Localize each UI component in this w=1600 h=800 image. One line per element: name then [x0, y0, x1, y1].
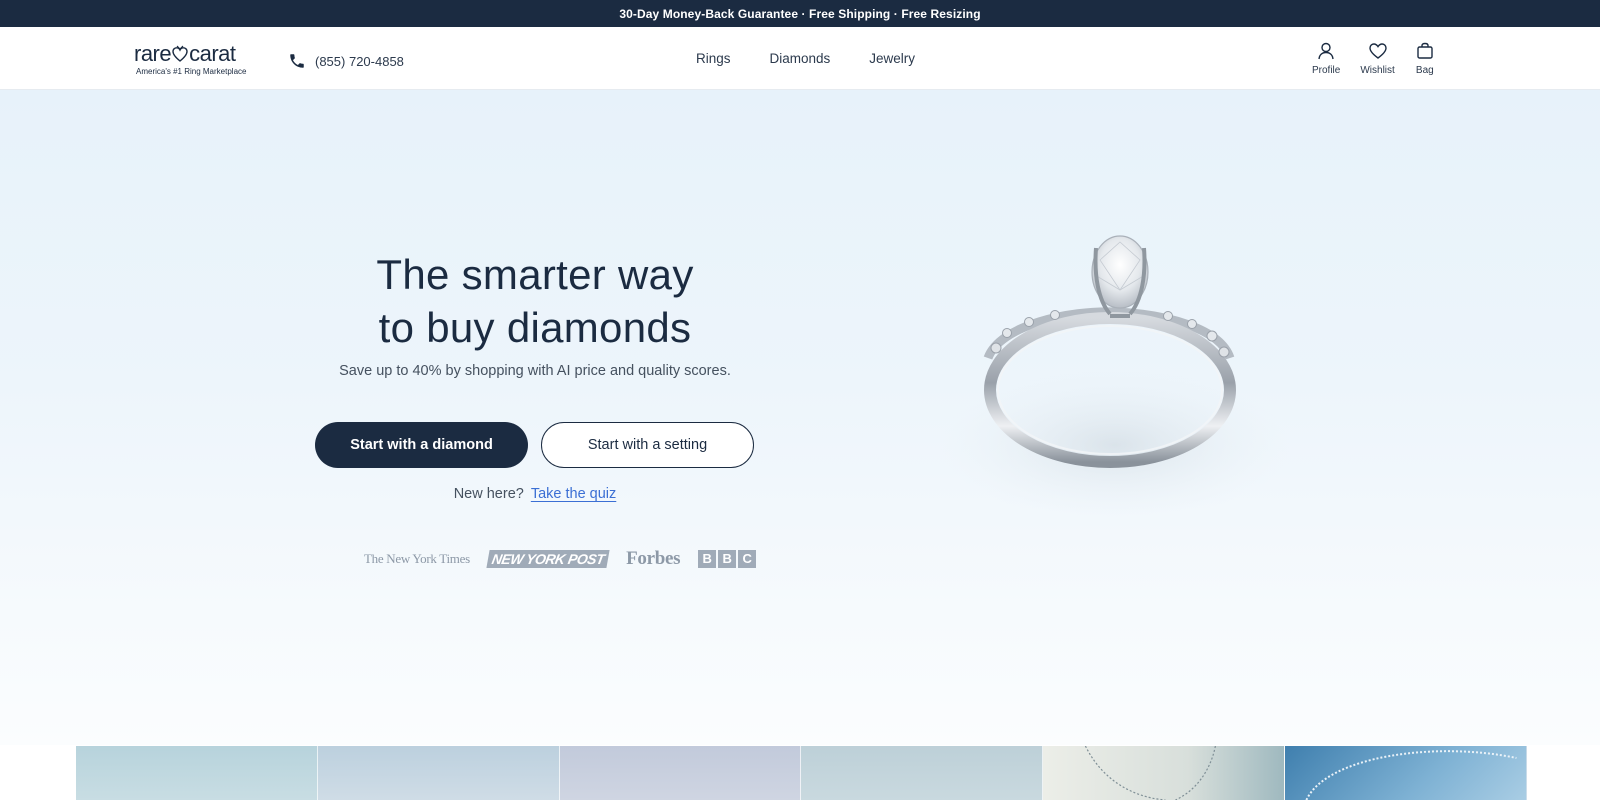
wishlist-button[interactable]: Wishlist — [1360, 41, 1395, 76]
nav-rings[interactable]: Rings — [696, 51, 731, 66]
bracelet-image — [1305, 750, 1517, 800]
quiz-prompt: New here? — [453, 486, 524, 502]
phone-icon — [290, 54, 304, 68]
promo-bar: 30-Day Money-Back Guarantee · Free Shipp… — [0, 0, 1600, 27]
logo-word-right: carat — [189, 41, 236, 66]
bbc-logo: B B C — [698, 550, 757, 568]
category-tile-2[interactable] — [317, 746, 560, 800]
logo[interactable]: rare carat America's #1 Ring Marketplace — [134, 41, 254, 77]
start-with-setting-button[interactable]: Start with a setting — [541, 422, 754, 468]
nypost-logo: NEW YORK POST — [486, 550, 610, 568]
bag-button[interactable]: Bag — [1415, 41, 1435, 76]
logo-wordmark: rare carat — [134, 41, 236, 67]
take-quiz-link[interactable]: Take the quiz — [531, 486, 616, 502]
bbc-letter-3: C — [738, 550, 757, 568]
category-tile-6[interactable] — [1285, 746, 1527, 800]
hero-section: The smarter way to buy diamonds Save up … — [0, 90, 1600, 745]
profile-label: Profile — [1312, 65, 1341, 76]
headline-line-2: to buy diamonds — [378, 304, 692, 351]
profile-button[interactable]: Profile — [1312, 41, 1340, 76]
heart-icon — [172, 45, 188, 62]
main-nav: Rings Diamonds Jewelry — [696, 51, 954, 66]
forbes-logo: Forbes — [626, 548, 681, 569]
bag-icon — [1417, 42, 1433, 59]
headline-line-1: The smarter way — [376, 251, 694, 298]
category-tile-1[interactable] — [76, 746, 318, 800]
quiz-row: New here? Take the quiz — [300, 486, 770, 502]
wishlist-label: Wishlist — [1360, 65, 1395, 76]
press-logos: The New York Times NEW YORK POST Forbes … — [364, 547, 757, 571]
nyt-logo: The New York Times — [364, 551, 470, 566]
phone-link[interactable]: (855) 720-4858 — [288, 52, 404, 70]
user-icon — [1318, 42, 1334, 60]
category-tile-4[interactable] — [801, 746, 1044, 800]
ring-image — [940, 235, 1290, 520]
promo-text: 30-Day Money-Back Guarantee · Free Shipp… — [619, 6, 981, 21]
bbc-letter-2: B — [718, 550, 737, 568]
logo-tagline: America's #1 Ring Marketplace — [136, 67, 247, 76]
bbc-letter-1: B — [698, 550, 717, 568]
bag-label: Bag — [1415, 65, 1434, 76]
site-header: rare carat America's #1 Ring Marketplace… — [0, 27, 1600, 90]
phone-number: (855) 720-4858 — [315, 53, 404, 69]
header-actions: Profile Wishlist Bag — [1312, 41, 1455, 76]
necklace-image — [1085, 746, 1217, 800]
nav-jewelry[interactable]: Jewelry — [869, 51, 915, 66]
heart-outline-icon — [1368, 43, 1387, 59]
hero-subtitle: Save up to 40% by shopping with AI price… — [339, 363, 731, 379]
logo-word-left: rare — [134, 41, 172, 66]
category-tile-3[interactable] — [559, 746, 802, 800]
category-strip — [76, 746, 1527, 800]
category-tile-5[interactable] — [1043, 746, 1286, 800]
hero-headline: The smarter way to buy diamonds — [300, 248, 770, 354]
start-with-diamond-button[interactable]: Start with a diamond — [315, 422, 528, 468]
nav-diamonds[interactable]: Diamonds — [770, 51, 831, 66]
